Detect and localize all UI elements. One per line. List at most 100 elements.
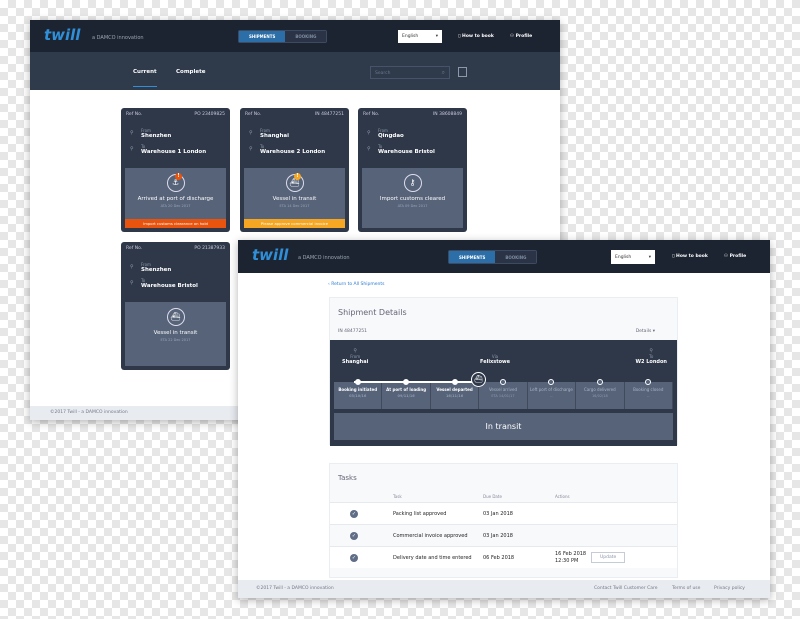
- mode-switch: SHIPMENTS BOOKING: [448, 250, 538, 264]
- status-text: Import customs cleared: [379, 196, 446, 202]
- shipment-card[interactable]: Ref No. IN 38608849 ⚲ From Qingdao ⚲ To W…: [358, 108, 467, 232]
- status-date: ETA 14 Dec 2017: [279, 204, 310, 208]
- twill-logo[interactable]: twill: [44, 26, 80, 44]
- customer-care-link[interactable]: Contact Twill Customer Care: [594, 586, 658, 591]
- task-row: ✓ Packing list approved 03 Jan 2018: [330, 502, 677, 524]
- booking-tab[interactable]: BOOKING: [285, 31, 327, 42]
- status-text: Arrived at port of discharge: [137, 196, 214, 202]
- origin: ⚲ From Shanghai: [342, 348, 369, 365]
- ref-number: IN 38608849: [432, 112, 462, 117]
- footer: ©2017 Twill - a DAMCO innovation Contact…: [238, 580, 770, 598]
- via-port: Via Felixstowe: [480, 354, 511, 365]
- shipment-card[interactable]: Ref No. IN 48477251 ⚲ From Shanghai ⚲ To …: [240, 108, 349, 232]
- pin-icon: ⚲: [130, 264, 134, 270]
- milestone-step: Vessel arrived ETA 14/01/17: [479, 379, 528, 409]
- booking-tab[interactable]: BOOKING: [495, 251, 537, 263]
- profile-link[interactable]: ⚇ Profile: [724, 254, 746, 259]
- top-header: twill a DAMCO innovation SHIPMENTS BOOKI…: [30, 20, 560, 52]
- milestone-step: Left port of discharge --: [528, 379, 577, 409]
- status-date: ATA 09 Dec 2017: [397, 204, 428, 208]
- shipment-card[interactable]: Ref No. PO 21387933 ⚲ From Shenzhen ⚲ To …: [121, 242, 230, 370]
- pin-icon: ⚲: [130, 280, 134, 286]
- calendar-icon[interactable]: [458, 67, 467, 77]
- tab-complete[interactable]: Complete: [176, 69, 205, 75]
- pin-icon: ⚲: [249, 146, 253, 152]
- alert-bar[interactable]: Please approve commercial invoice: [244, 219, 345, 228]
- search-icon: ⌕: [441, 69, 445, 76]
- tasks-panel: Tasks Task Due Date Actions ✓ Packing li…: [329, 463, 678, 578]
- shipment-details-panel: Shipment Details IN 48477251 Details ▾ ⚲…: [329, 297, 678, 446]
- status-area: ⛴ Vessel in transit ETA 22 Dec 2017: [125, 302, 226, 366]
- ref-number: IN 48477251: [314, 112, 344, 117]
- milestone-step: At port of loading 09/11/16: [382, 379, 431, 409]
- task-row: ✓ Commercial invoice approved 03 Jan 201…: [330, 524, 677, 546]
- step-dot: [596, 379, 603, 385]
- language-select[interactable]: English ▾: [611, 250, 655, 264]
- task-name: Commercial invoice approved: [393, 532, 468, 539]
- milestone-steps: Booking initiated 03/10/16 At port of lo…: [334, 379, 673, 409]
- action-date: 16 Feb 2018 12:30 PM: [555, 550, 587, 564]
- tagline: a DAMCO innovation: [92, 35, 144, 41]
- terms-link[interactable]: Terms of use: [672, 586, 700, 591]
- alert-bar[interactable]: Import customs clearance on hold: [125, 219, 226, 228]
- pin-icon: ⚲: [249, 130, 253, 136]
- panel-title: Shipment Details: [338, 308, 407, 317]
- origin: Shanghai: [260, 133, 289, 139]
- status-text: Vessel in transit: [272, 196, 317, 202]
- origin: Shenzhen: [141, 133, 172, 139]
- check-circle-icon: ✓: [350, 531, 358, 540]
- due-date: 03 Jan 2018: [483, 510, 513, 517]
- privacy-link[interactable]: Privacy policy: [714, 586, 745, 591]
- top-header: twill a DAMCO innovation SHIPMENTS BOOKI…: [238, 240, 770, 273]
- task-name: Delivery date and time entered: [393, 554, 472, 561]
- mode-switch: SHIPMENTS BOOKING: [238, 30, 328, 43]
- step-dot: [499, 379, 506, 385]
- sub-header: Current Complete Search ⌕: [30, 52, 560, 90]
- tagline: a DAMCO innovation: [298, 255, 350, 261]
- language-select[interactable]: English ▾: [398, 30, 442, 43]
- status-date: ATA 20 Dec 2017: [160, 204, 191, 208]
- status-banner: In transit: [334, 413, 673, 440]
- profile-link[interactable]: ⚇ Profile: [510, 34, 532, 39]
- how-to-book-link[interactable]: ▯ How to book: [458, 34, 494, 39]
- back-link[interactable]: ‹ Return to All Shipments: [328, 282, 384, 287]
- ref-number: PO 21387933: [194, 246, 225, 251]
- milestone-step: Booking initiated 03/10/16: [334, 379, 383, 409]
- twill-logo[interactable]: twill: [252, 246, 288, 264]
- pin-icon: ⚲: [130, 146, 134, 152]
- destination: ⚲ To W2 London: [635, 348, 668, 365]
- destination: Warehouse 2 London: [260, 149, 326, 155]
- due-date: 06 Feb 2018: [483, 554, 515, 561]
- how-to-book-link[interactable]: ▯ How to book: [672, 254, 708, 259]
- tab-current[interactable]: Current: [133, 69, 157, 87]
- alert-icon: !: [294, 173, 301, 180]
- shipments-tab[interactable]: SHIPMENTS: [449, 251, 496, 263]
- destination: Warehouse Bristol: [378, 149, 435, 155]
- shipments-tab[interactable]: SHIPMENTS: [239, 31, 286, 42]
- alert-icon: !: [175, 173, 182, 180]
- step-dot: [548, 379, 555, 385]
- destination: Warehouse 1 London: [141, 149, 207, 155]
- shipment-detail-window: twill a DAMCO innovation SHIPMENTS BOOKI…: [238, 240, 770, 598]
- chevron-down-icon: ▾: [648, 254, 651, 260]
- ref-number: PO 23409825: [194, 112, 225, 117]
- origin: Qingdao: [378, 133, 404, 139]
- pin-icon: ⚲: [367, 130, 371, 136]
- status-icon: ⚷: [403, 174, 422, 192]
- shipment-card[interactable]: Ref No. PO 23409825 ⚲ From Shenzhen ⚲ To …: [121, 108, 230, 232]
- tasks-title: Tasks: [338, 474, 357, 482]
- status-date: ETA 22 Dec 2017: [160, 338, 191, 342]
- status-area: ⛴ ! Vessel in transit ETA 14 Dec 2017 Pl…: [244, 168, 345, 228]
- milestone-step: Cargo delivered 16/02/18: [576, 379, 625, 409]
- milestone-step: Booking closed --: [625, 379, 673, 409]
- update-button[interactable]: Update: [591, 552, 626, 563]
- details-toggle[interactable]: Details ▾: [636, 329, 655, 334]
- destination: Warehouse Bristol: [141, 283, 198, 289]
- pin-icon: ⚲: [130, 130, 134, 136]
- search-input[interactable]: Search ⌕: [370, 66, 450, 79]
- status-text: Vessel in transit: [153, 330, 198, 336]
- pin-icon: ⚲: [367, 146, 371, 152]
- route-tracker: ⚲ From Shanghai Via Felixstowe ⚲ To W2 London…: [330, 340, 677, 446]
- status-area: ⚓ ! Arrived at port of discharge ATA 20 …: [125, 168, 226, 228]
- step-dot: [645, 379, 652, 385]
